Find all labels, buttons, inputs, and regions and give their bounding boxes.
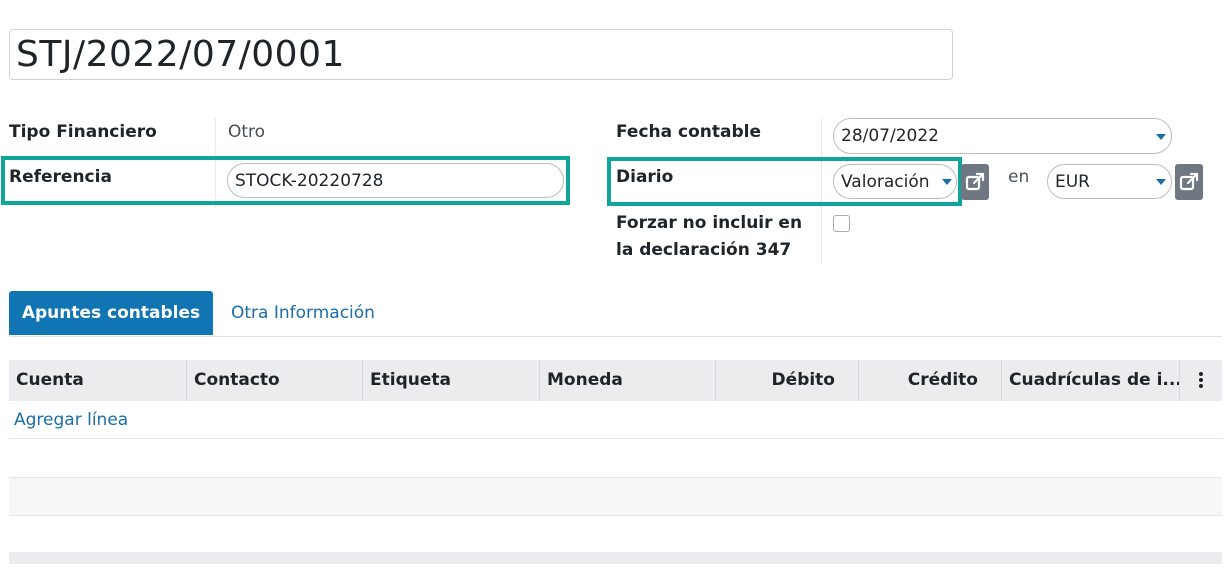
external-link-icon <box>965 172 985 191</box>
table-header: Cuenta Contacto Etiqueta Moneda Débito C… <box>9 360 1222 401</box>
external-link-icon <box>1179 172 1199 191</box>
table-footer <box>9 552 1222 564</box>
fecha-contable-input[interactable]: 28/07/2022 <box>833 118 1172 154</box>
tabs-divider <box>9 336 1222 337</box>
record-name[interactable]: STJ/2022/07/0001 <box>16 34 345 76</box>
column-options-button[interactable] <box>1179 360 1222 401</box>
tipo-financiero-value: Otro <box>228 122 266 142</box>
fecha-contable-value: 28/07/2022 <box>841 126 939 146</box>
diario-value: Valoración <box>841 172 930 192</box>
caret-down-icon <box>942 179 952 185</box>
currency-value: EUR <box>1055 172 1090 192</box>
column-header-cuenta[interactable]: Cuenta <box>9 360 186 401</box>
diario-select[interactable]: Valoración <box>833 164 957 199</box>
tipo-financiero-label: Tipo Financiero <box>9 122 157 142</box>
table-row <box>9 439 1222 477</box>
tab-otra-informacion[interactable]: Otra Información <box>231 302 375 324</box>
en-label: en <box>1008 167 1030 187</box>
diario-external-link-button[interactable] <box>961 164 989 200</box>
referencia-label: Referencia <box>9 167 112 187</box>
referencia-input[interactable]: STOCK-20220728 <box>227 163 564 198</box>
column-header-contacto[interactable]: Contacto <box>186 360 362 401</box>
column-header-etiqueta[interactable]: Etiqueta <box>362 360 539 401</box>
forzar-checkbox[interactable] <box>833 215 850 232</box>
column-header-moneda[interactable]: Moneda <box>539 360 715 401</box>
caret-down-icon <box>1156 134 1166 140</box>
kebab-vertical-icon <box>1199 372 1203 388</box>
fecha-contable-label: Fecha contable <box>616 122 762 142</box>
forzar-label-line1: Forzar no incluir en <box>616 213 803 233</box>
currency-external-link-button[interactable] <box>1175 164 1203 200</box>
column-header-credito[interactable]: Crédito <box>858 360 1001 401</box>
forzar-label-line2: la declaración 347 <box>616 240 792 260</box>
column-header-cuadriculas[interactable]: Cuadrículas de i... <box>1001 360 1179 401</box>
table-row <box>9 478 1222 515</box>
column-header-debito[interactable]: Débito <box>715 360 858 401</box>
caret-down-icon <box>1156 179 1166 185</box>
tab-apuntes-contables-label: Apuntes contables <box>21 303 201 323</box>
diario-label: Diario <box>616 167 674 187</box>
currency-select[interactable]: EUR <box>1047 164 1172 199</box>
tab-apuntes-contables[interactable]: Apuntes contables <box>9 291 213 335</box>
table-row-divider <box>9 515 1222 516</box>
referencia-value: STOCK-20220728 <box>235 171 384 191</box>
add-line-link[interactable]: Agregar línea <box>14 409 128 431</box>
